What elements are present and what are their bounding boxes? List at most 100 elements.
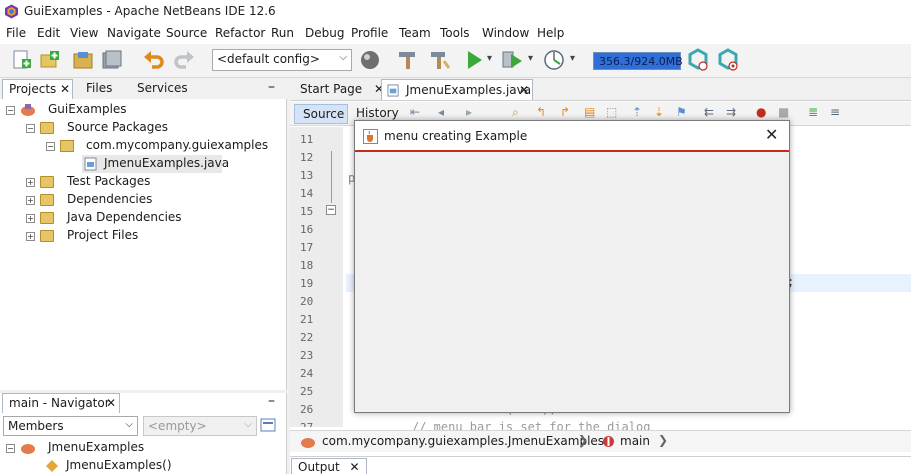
back-icon[interactable]: ◂ — [438, 105, 444, 119]
collapse-icon[interactable]: − — [6, 444, 15, 453]
tab-jmenuexamples-java[interactable]: JmenuExamples.java ✕ — [381, 79, 533, 100]
toggle-bookmark-icon[interactable]: ⚑ — [676, 105, 687, 119]
open-project-icon[interactable] — [72, 48, 96, 72]
expand-icon[interactable]: + — [26, 232, 35, 241]
tab-output[interactable]: Output ✕ — [291, 458, 367, 474]
uncomment-icon[interactable]: ≡ — [830, 105, 840, 119]
collapse-icon[interactable]: − — [6, 106, 15, 115]
prev-bookmark-icon[interactable]: ⇡ — [632, 105, 642, 119]
menu-view[interactable]: View — [70, 26, 98, 40]
next-bookmark-icon[interactable]: ⇣ — [654, 105, 664, 119]
profile-project-icon[interactable] — [542, 48, 566, 72]
collapse-icon[interactable]: − — [46, 142, 55, 151]
menu-dialog[interactable]: menu creating Example ✕ — [354, 120, 790, 413]
tree-item-dependencies[interactable]: + Dependencies — [26, 191, 226, 209]
tree-item-project-files[interactable]: + Project Files — [26, 227, 226, 245]
build-hammer-icon[interactable] — [396, 48, 420, 72]
close-icon[interactable]: ✕ — [60, 82, 70, 96]
navigator-item-constructor[interactable]: JmenuExamples() — [46, 457, 246, 474]
find-icon[interactable]: ⌕ — [512, 105, 519, 120]
tree-item-test-packages[interactable]: + Test Packages — [26, 173, 226, 191]
menu-navigate[interactable]: Navigate — [107, 26, 161, 40]
tab-navigator[interactable]: main - Navigator ✕ — [2, 393, 120, 413]
dialog-titlebar[interactable]: menu creating Example ✕ — [355, 121, 789, 152]
java-cup-icon — [363, 129, 378, 144]
close-icon[interactable]: ✕ — [765, 125, 778, 144]
close-icon[interactable]: ✕ — [519, 83, 529, 97]
breadcrumb-method[interactable]: main — [620, 434, 650, 448]
clean-build-icon[interactable] — [428, 48, 452, 72]
collapse-icon[interactable]: − — [26, 124, 35, 133]
find-next-icon[interactable]: ↱ — [560, 105, 570, 119]
tab-projects[interactable]: Projects ✕ — [2, 79, 73, 99]
navigator-empty-select[interactable]: <empty> ⌵ — [143, 416, 257, 436]
redo-icon[interactable] — [172, 48, 196, 72]
shift-right-icon[interactable]: ⇉ — [726, 105, 736, 119]
config-select[interactable]: <default config> ⌵ — [212, 49, 352, 71]
expand-icon[interactable]: + — [26, 214, 35, 223]
menu-window[interactable]: Window — [482, 26, 529, 40]
menu-tools[interactable]: Tools — [440, 26, 470, 40]
menu-team[interactable]: Team — [399, 26, 431, 40]
tree-item-source-packages[interactable]: − Source Packages — [26, 119, 226, 137]
tab-source[interactable]: Source — [294, 104, 348, 124]
shift-left-icon[interactable]: ⇇ — [704, 105, 714, 119]
new-project-icon[interactable] — [38, 48, 62, 72]
folder-icon — [40, 194, 54, 206]
tree-item-jmenuexamples-java[interactable]: JmenuExamples.java — [82, 155, 229, 173]
navigator-settings-icon[interactable] — [260, 417, 276, 433]
minimize-icon[interactable]: – — [268, 393, 275, 409]
undo-icon[interactable] — [142, 48, 166, 72]
close-icon[interactable]: ✕ — [350, 460, 360, 474]
tree-item-java-dependencies[interactable]: + Java Dependencies — [26, 209, 226, 227]
find-previous-icon[interactable]: ↰ — [536, 105, 546, 119]
menu-refactor[interactable]: Refactor — [215, 26, 265, 40]
profile-dropdown-icon[interactable]: ▾ — [570, 53, 575, 64]
tab-start-page[interactable]: Start Page ✕ — [294, 79, 390, 100]
stop-io-icon[interactable] — [716, 48, 740, 72]
toggle-rect-select-icon[interactable]: ⬚ — [606, 105, 617, 119]
navigator-filter-select[interactable]: Members ⌵ — [3, 416, 138, 436]
breadcrumb: com.mycompany.guiexamples.JmenuExamples … — [290, 430, 911, 452]
dialog-title: menu creating Example — [384, 129, 528, 143]
expand-icon[interactable]: + — [26, 178, 35, 187]
tab-files[interactable]: Files — [80, 79, 118, 99]
forward-icon[interactable]: ▸ — [466, 105, 472, 119]
tree-item-guiexamples[interactable]: − GuiExamples — [6, 101, 206, 119]
fold-icon[interactable]: − — [326, 205, 336, 215]
new-file-icon[interactable] — [10, 48, 34, 72]
projects-panel: Projects ✕ Files Services – − GuiExample… — [0, 79, 287, 390]
save-all-icon[interactable] — [100, 48, 124, 72]
stop-macro-icon[interactable]: ■ — [778, 105, 789, 119]
menu-source[interactable]: Source — [166, 26, 207, 40]
projects-tabrow: Projects ✕ Files Services – — [0, 79, 287, 99]
close-icon[interactable]: ✕ — [106, 396, 116, 410]
minimize-icon[interactable]: – — [268, 79, 275, 95]
line-number-gutter: 11 12 13 14 15 16 17 18 19 20 21 22 23 2… — [290, 127, 343, 427]
tree-item-package[interactable]: − com.mycompany.guiexamples — [46, 137, 268, 155]
debug-project-icon[interactable] — [500, 48, 524, 72]
chevron-right-icon: ❯ — [658, 433, 669, 447]
menu-file[interactable]: File — [6, 26, 26, 40]
expand-icon[interactable]: + — [26, 196, 35, 205]
menu-debug[interactable]: Debug — [305, 26, 344, 40]
set-configuration-icon[interactable] — [358, 48, 382, 72]
toggle-highlight-icon[interactable]: ▤ — [584, 105, 595, 119]
menu-run[interactable]: Run — [271, 26, 294, 40]
record-macro-icon[interactable]: ● — [756, 105, 766, 119]
run-project-icon[interactable] — [462, 48, 486, 72]
menu-help[interactable]: Help — [537, 26, 564, 40]
breadcrumb-class[interactable]: com.mycompany.guiexamples.JmenuExamples — [322, 434, 604, 448]
menu-profile[interactable]: Profile — [351, 26, 388, 40]
memory-usage-bar[interactable]: 356.3/924.0MB — [593, 52, 683, 70]
navigator-item-class[interactable]: − JmenuExamples — [6, 439, 206, 457]
menu-edit[interactable]: Edit — [37, 26, 60, 40]
run-dropdown-icon[interactable]: ▾ — [487, 53, 492, 64]
pause-io-icon[interactable] — [686, 48, 710, 72]
tab-services[interactable]: Services — [131, 79, 194, 99]
comment-icon[interactable]: ≣ — [808, 105, 818, 119]
debug-dropdown-icon[interactable]: ▾ — [528, 53, 533, 64]
last-edit-icon[interactable]: ⇤ — [410, 105, 420, 119]
navigator-empty-value: <empty> — [148, 419, 207, 433]
navigator-filter-value: Members — [8, 419, 64, 433]
